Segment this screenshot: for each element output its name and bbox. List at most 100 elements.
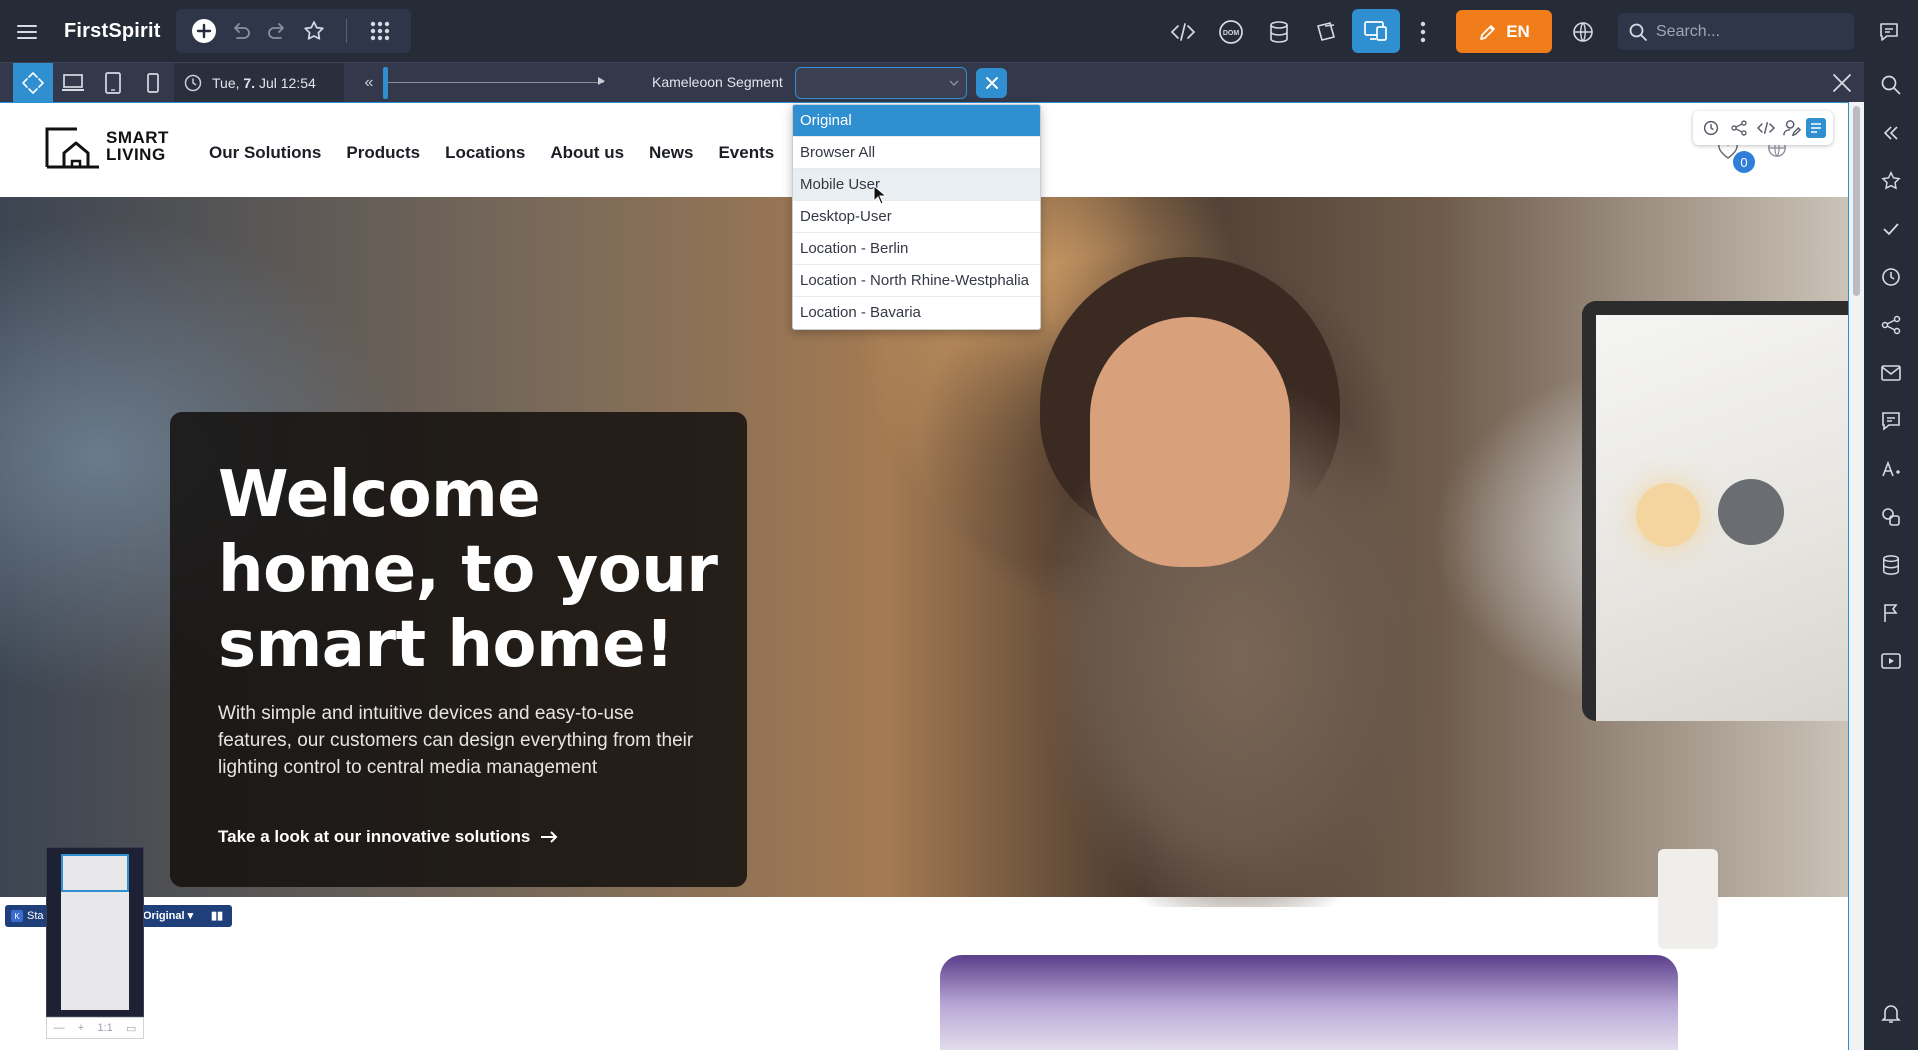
history-icon[interactable] — [1701, 118, 1721, 138]
page-minimap[interactable] — [46, 847, 144, 1017]
pages-icon[interactable] — [1312, 17, 1342, 47]
preview-date[interactable]: Tue, 7. Jul 12:54 — [174, 63, 344, 103]
kameleoon-variant: Original ▾ — [143, 910, 194, 922]
search-icon[interactable] — [1876, 70, 1906, 100]
hero-text: With simple and intuitive devices and ea… — [218, 703, 694, 778]
zoom-out-icon[interactable]: — — [54, 1022, 65, 1034]
apps-grid-icon[interactable] — [366, 17, 394, 45]
site-navigation: Our Solutions Products Locations About u… — [209, 143, 774, 163]
notifications-bell-icon[interactable] — [1876, 998, 1906, 1028]
clear-segment-button[interactable] — [976, 68, 1007, 98]
nav-about-us[interactable]: About us — [550, 143, 624, 163]
star-icon[interactable] — [300, 17, 328, 45]
edit-language-label: EN — [1506, 21, 1530, 41]
nav-our-solutions[interactable]: Our Solutions — [209, 143, 321, 163]
nav-news[interactable]: News — [649, 143, 693, 163]
hamburger-menu-icon[interactable] — [12, 17, 42, 47]
mail-icon[interactable] — [1876, 358, 1906, 388]
scrollbar-thumb[interactable] — [1853, 106, 1860, 296]
segment-option-location-nrw[interactable]: Location - North Rhine-Westphalia — [793, 265, 1040, 297]
edit-user-icon[interactable] — [1782, 118, 1802, 138]
share-icon[interactable] — [1876, 310, 1906, 340]
date-time: 12:54 — [280, 75, 316, 91]
close-icon — [985, 77, 998, 89]
flag-icon[interactable] — [1876, 598, 1906, 628]
timeline-handle[interactable] — [383, 67, 388, 99]
lightbulb-icon — [1636, 483, 1700, 547]
tablet-view-icon[interactable] — [93, 63, 133, 103]
minimap-viewport[interactable] — [61, 854, 129, 892]
checkmark-icon[interactable] — [1876, 214, 1906, 244]
video-icon[interactable] — [1876, 646, 1906, 676]
kameleoon-segment-dropdown: Original Browser All Mobile User Desktop… — [792, 104, 1041, 330]
preview-scrollbar[interactable] — [1848, 102, 1864, 1050]
nav-events[interactable]: Events — [718, 143, 774, 163]
clock-icon — [184, 74, 202, 92]
translate-icon[interactable] — [1876, 454, 1906, 484]
bar-chart-icon: ▮▮ — [211, 910, 224, 922]
logo-text: SMART LIVING — [106, 129, 169, 163]
chevron-down-icon — [949, 80, 959, 86]
logo-line-2: LIVING — [106, 145, 166, 164]
list-icon[interactable] — [1806, 118, 1826, 138]
arrow-right-icon — [541, 831, 558, 843]
hero-image-switch — [1658, 849, 1718, 949]
kameleoon-segment-label: Kameleoon Segment — [652, 74, 783, 90]
undo-icon[interactable] — [226, 17, 254, 45]
date-weekday: Tue, — [212, 75, 240, 91]
global-search — [1618, 13, 1854, 50]
responsive-view-icon[interactable] — [13, 63, 53, 103]
logo-line-1: SMART — [106, 128, 169, 147]
zoom-level[interactable]: 1:1 — [97, 1022, 112, 1034]
globe-icon[interactable] — [1568, 17, 1598, 47]
desktop-view-icon[interactable] — [53, 63, 93, 103]
dom-icon[interactable]: DOM — [1216, 17, 1246, 47]
history-icon[interactable] — [1876, 262, 1906, 292]
kameleoon-status: Sta — [27, 910, 44, 922]
segment-option-desktop-user[interactable]: Desktop-User — [793, 201, 1040, 233]
star-icon[interactable] — [1876, 166, 1906, 196]
hero-cta-label: Take a look at our innovative solutions — [218, 827, 531, 846]
share-icon[interactable] — [1729, 118, 1749, 138]
close-preview-toolbar-icon[interactable] — [1826, 67, 1858, 99]
segment-option-original[interactable]: Original — [793, 105, 1040, 137]
timeline-end-arrow-icon — [598, 77, 605, 85]
pencil-icon — [1480, 24, 1496, 40]
section-edit-toolbar — [1693, 111, 1833, 145]
preview-mode-icon[interactable] — [1352, 9, 1400, 53]
shapes-icon[interactable] — [1876, 502, 1906, 532]
kameleoon-variant-label: Original — [143, 910, 185, 922]
redo-icon[interactable] — [264, 17, 292, 45]
hero-cta-link[interactable]: Take a look at our innovative solutions — [218, 827, 558, 847]
nav-products[interactable]: Products — [346, 143, 420, 163]
fit-view-icon[interactable]: ▭ — [126, 1022, 136, 1035]
action-toolbar — [176, 9, 411, 53]
kameleoon-segment-select[interactable] — [795, 67, 967, 99]
zoom-in-icon[interactable]: + — [78, 1022, 84, 1034]
search-input[interactable] — [1656, 22, 1846, 41]
source-code-icon[interactable] — [1756, 118, 1776, 138]
site-logo[interactable]: SMART LIVING — [44, 125, 169, 169]
right-sidebar — [1864, 62, 1918, 1050]
hero-image-screen — [1582, 301, 1848, 721]
mouse-cursor-icon — [873, 185, 887, 205]
more-options-icon[interactable] — [1408, 17, 1438, 47]
segment-option-location-berlin[interactable]: Location - Berlin — [793, 233, 1040, 265]
add-icon[interactable] — [190, 17, 218, 45]
messages-icon[interactable] — [1876, 406, 1906, 436]
segment-option-browser-all[interactable]: Browser All — [793, 137, 1040, 169]
nav-locations[interactable]: Locations — [445, 143, 525, 163]
toolbar-divider — [346, 19, 347, 43]
source-code-icon[interactable] — [1168, 17, 1198, 47]
mobile-view-icon[interactable] — [133, 63, 173, 103]
comments-icon[interactable] — [1874, 17, 1904, 47]
segment-option-mobile-user[interactable]: Mobile User — [793, 169, 1040, 201]
timeline-back-icon[interactable]: « — [358, 69, 380, 97]
segment-option-location-bavaria[interactable]: Location - Bavaria — [793, 297, 1040, 329]
edit-language-button[interactable]: EN — [1456, 10, 1552, 53]
collapse-left-icon[interactable] — [1876, 118, 1906, 148]
timeline-track[interactable] — [386, 82, 604, 83]
favorites-count-badge: 0 — [1733, 151, 1755, 173]
database-icon[interactable] — [1264, 17, 1294, 47]
database-icon[interactable] — [1876, 550, 1906, 580]
